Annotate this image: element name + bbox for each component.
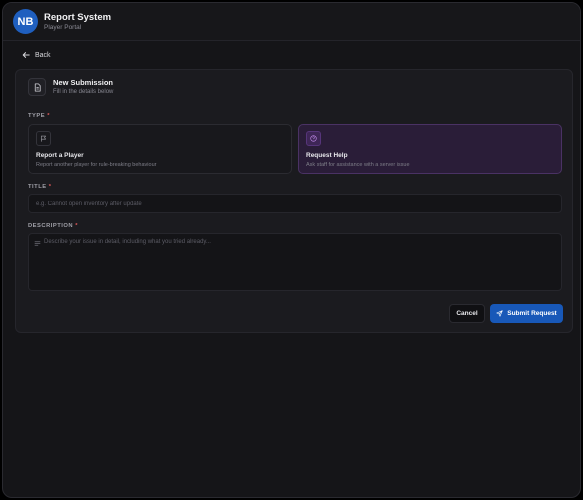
send-icon bbox=[496, 310, 503, 317]
title-field-label: TITLE * bbox=[28, 184, 52, 190]
required-marker: * bbox=[47, 113, 51, 119]
option-description: Report another player for rule-breaking … bbox=[36, 162, 157, 168]
flag-icon bbox=[36, 131, 51, 146]
cancel-button[interactable]: Cancel bbox=[449, 304, 485, 323]
app-title: Report System bbox=[44, 11, 112, 23]
back-label: Back bbox=[35, 51, 51, 59]
description-field bbox=[28, 233, 562, 291]
form-subtitle: Fill in the details below bbox=[53, 89, 114, 95]
arrow-left-icon bbox=[22, 52, 30, 58]
type-label: TYPE * bbox=[28, 113, 51, 119]
submission-form-card: New Submission Fill in the details below… bbox=[15, 69, 573, 333]
help-circle-icon bbox=[306, 131, 321, 146]
top-bar: NB Report System Player Portal bbox=[3, 3, 580, 41]
app-subtitle: Player Portal bbox=[44, 23, 82, 31]
app-title-block: Report System Player Portal bbox=[44, 12, 111, 32]
option-title: Request Help bbox=[306, 152, 348, 159]
submit-request-button[interactable]: Submit Request bbox=[490, 304, 563, 323]
app-window: NB Report System Player Portal Back New … bbox=[2, 2, 581, 498]
option-request-help[interactable]: Request Help Ask staff for assistance wi… bbox=[298, 124, 562, 174]
form-title: New Submission bbox=[53, 78, 114, 87]
back-button[interactable]: Back bbox=[22, 51, 51, 59]
required-marker: * bbox=[48, 184, 52, 190]
title-input[interactable] bbox=[28, 194, 562, 213]
document-icon bbox=[28, 78, 46, 96]
option-title: Report a Player bbox=[36, 152, 84, 159]
text-lines-icon bbox=[34, 241, 41, 246]
avatar[interactable]: NB bbox=[13, 9, 38, 34]
option-report-player[interactable]: Report a Player Report another player fo… bbox=[28, 124, 292, 174]
submit-label: Submit Request bbox=[507, 310, 557, 317]
description-label: DESCRIPTION * bbox=[28, 223, 79, 229]
option-description: Ask staff for assistance with a server i… bbox=[306, 162, 410, 168]
description-textarea[interactable] bbox=[44, 237, 556, 287]
required-marker: * bbox=[75, 223, 79, 229]
